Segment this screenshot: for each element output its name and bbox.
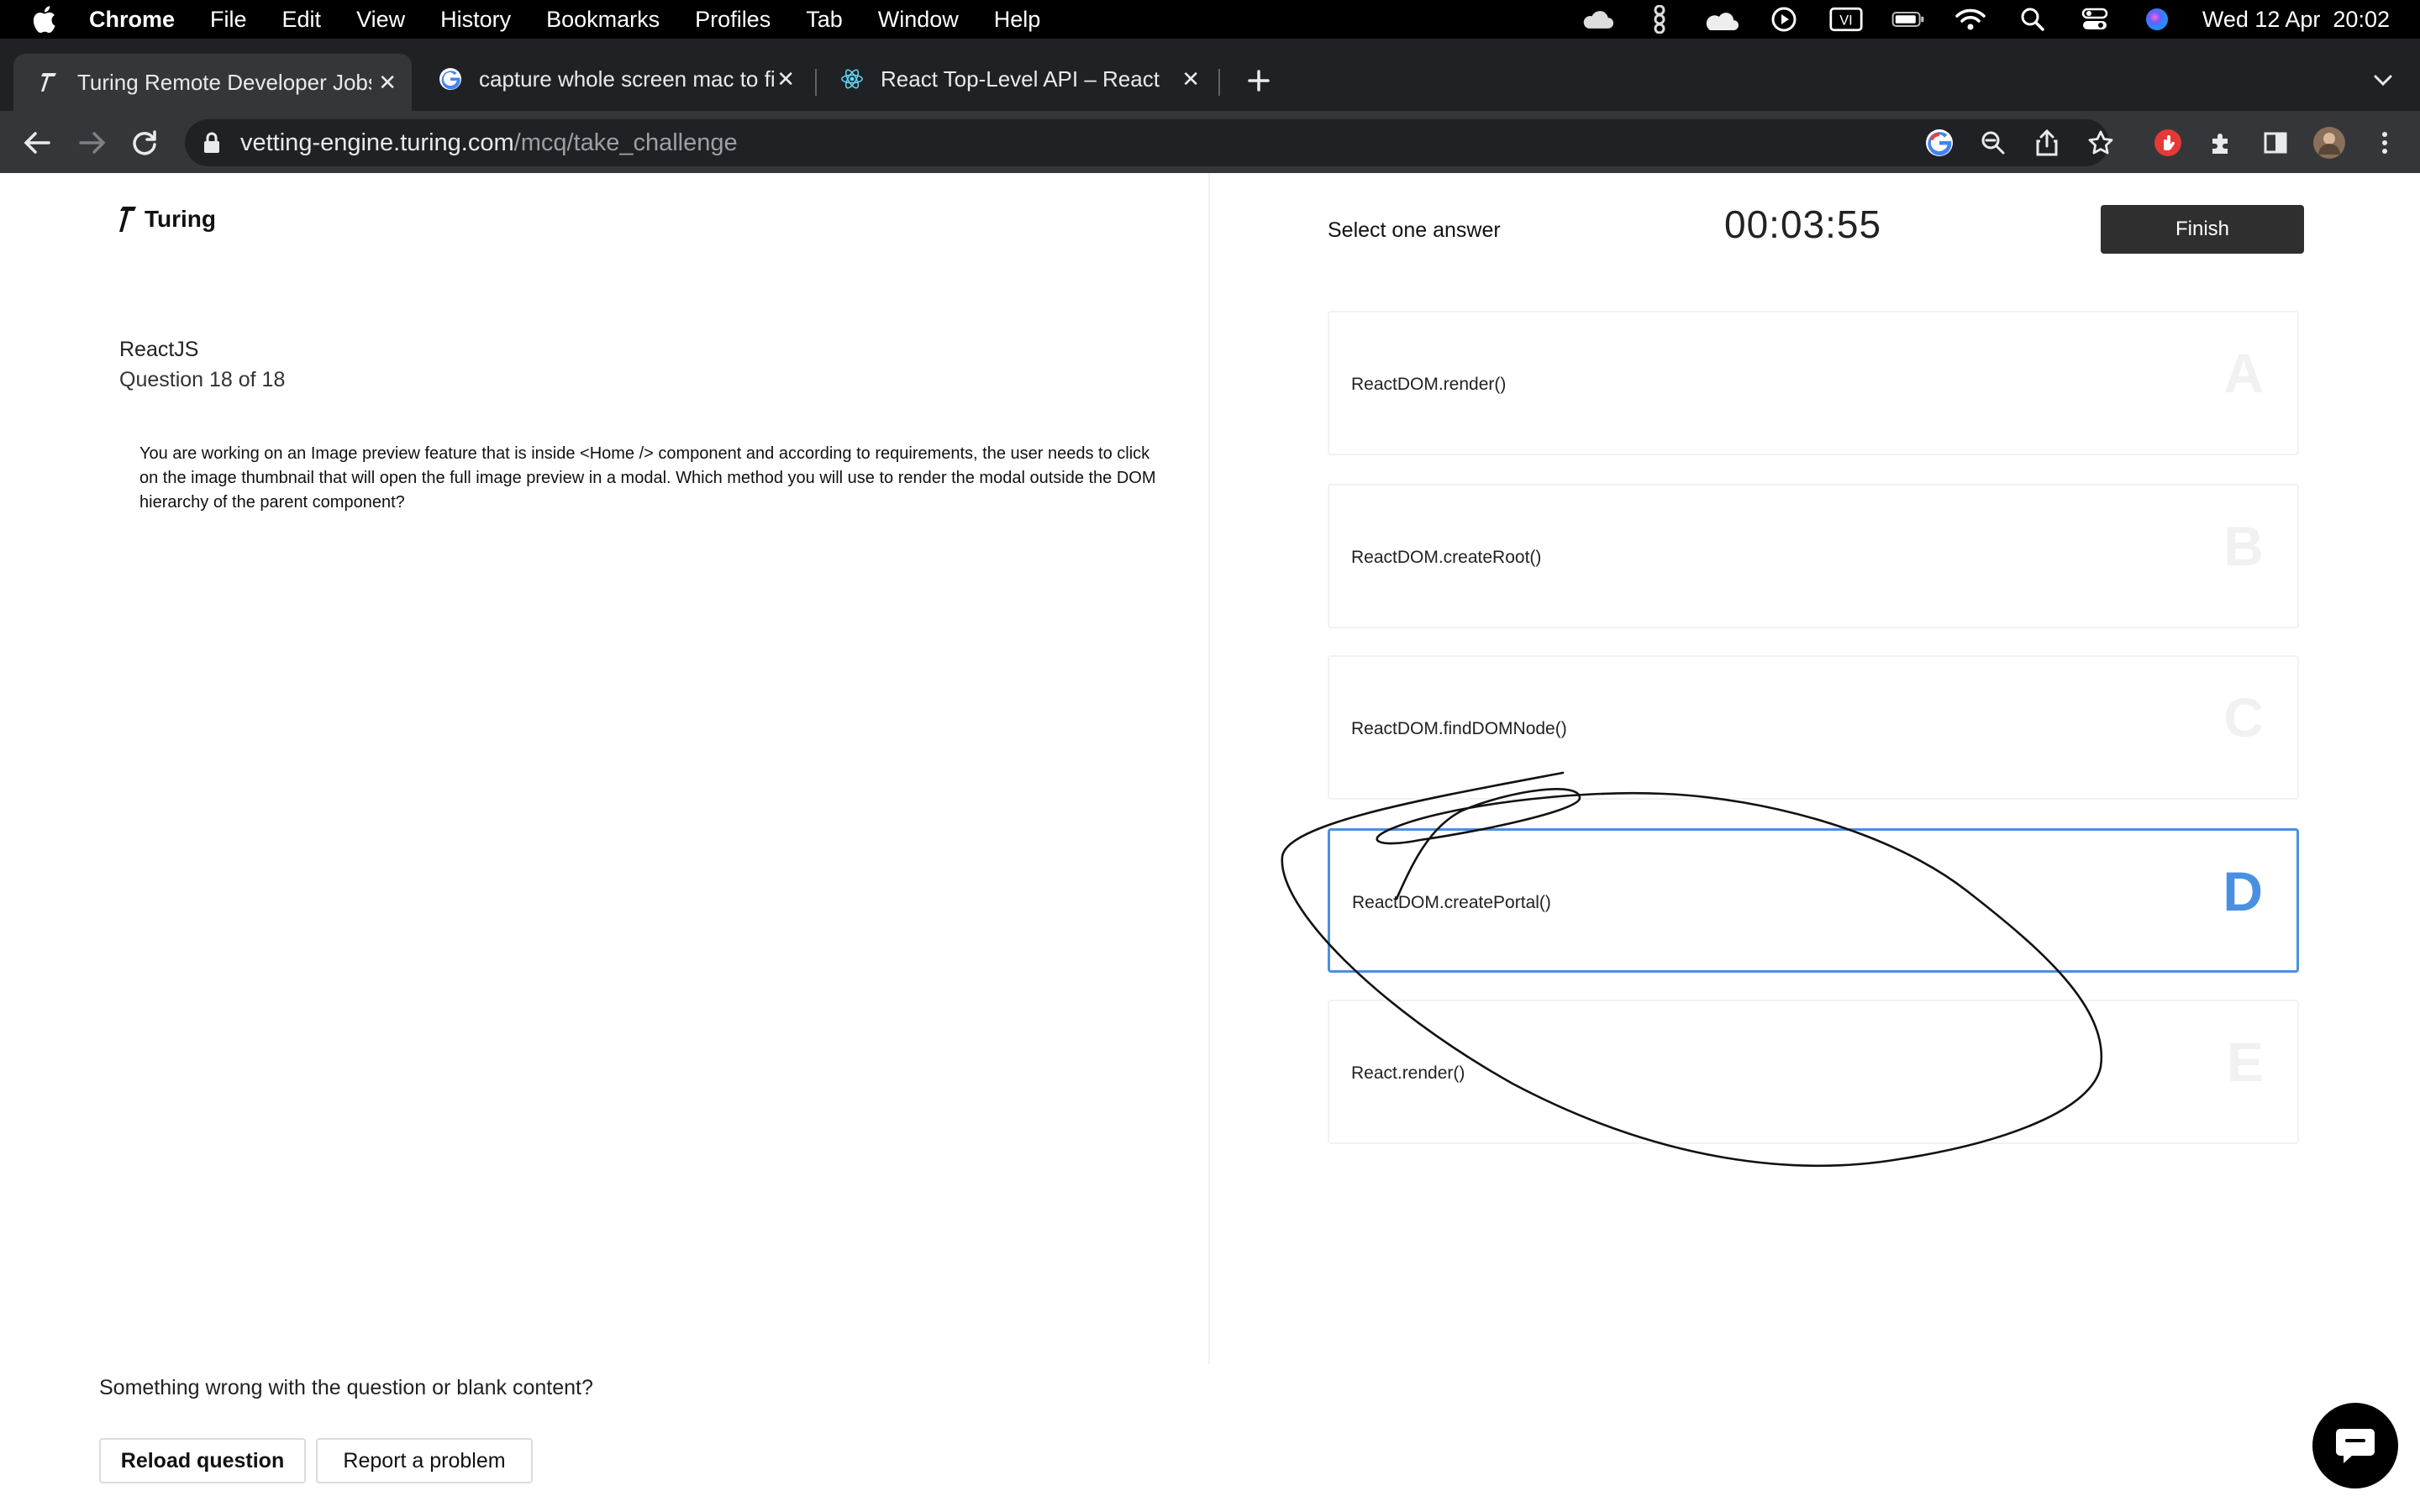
- cloud-icon[interactable]: [1581, 7, 1614, 32]
- column-divider: [1208, 173, 1210, 1364]
- menu-tab[interactable]: Tab: [806, 7, 843, 33]
- tab-search-button[interactable]: [2366, 64, 2400, 97]
- google-lens-icon[interactable]: [1923, 126, 1956, 160]
- report-prompt-text: Something wrong with the question or bla…: [99, 1376, 593, 1399]
- react-icon: [840, 67, 864, 91]
- menu-datetime[interactable]: Wed 12 Apr 20:02: [2202, 7, 2390, 33]
- menu-history[interactable]: History: [440, 7, 511, 33]
- kebab-menu-icon[interactable]: [2368, 126, 2402, 160]
- option-text: ReactDOM.render(): [1351, 375, 1507, 394]
- profile-avatar[interactable]: [2312, 126, 2346, 160]
- menu-profiles[interactable]: Profiles: [695, 7, 771, 33]
- tab-title: Turing Remote Developer Jobs: [77, 69, 371, 95]
- chat-widget-button[interactable]: [2312, 1403, 2398, 1488]
- close-icon[interactable]: ✕: [378, 70, 397, 96]
- page-content: Turing ReactJS Question 18 of 18 You are…: [0, 173, 2420, 1512]
- vi-icon[interactable]: VI: [1829, 7, 1863, 32]
- url-path: /mcq/take_challenge: [513, 129, 738, 156]
- google-icon: [439, 67, 462, 91]
- control-center-icon[interactable]: [2078, 7, 2112, 32]
- cloud-icon[interactable]: [1705, 7, 1739, 32]
- share-icon[interactable]: [2030, 126, 2064, 160]
- answer-option-e[interactable]: React.render() E: [1328, 1000, 2299, 1144]
- play-icon[interactable]: [1767, 7, 1801, 32]
- address-bar[interactable]: vetting-engine.turing.com/mcq/take_chall…: [185, 119, 2109, 166]
- turing-logo[interactable]: Turing: [118, 205, 216, 234]
- tab-separator: [1218, 69, 1220, 96]
- chevron-down-icon: [2374, 75, 2392, 87]
- answer-option-c[interactable]: ReactDOM.findDOMNode() C: [1328, 655, 2299, 800]
- option-letter: B: [2223, 515, 2264, 577]
- back-button[interactable]: [20, 126, 54, 160]
- option-letter: D: [2223, 860, 2263, 922]
- search-icon[interactable]: [2016, 7, 2049, 32]
- menu-edit[interactable]: Edit: [282, 7, 322, 33]
- report-problem-button[interactable]: Report a problem: [316, 1438, 533, 1483]
- zoom-out-icon[interactable]: [1976, 126, 2010, 160]
- menu-file[interactable]: File: [210, 7, 247, 33]
- logo-text: Turing: [145, 206, 217, 232]
- option-text: ReactDOM.findDOMNode(): [1351, 719, 1567, 738]
- menu-view[interactable]: View: [356, 7, 405, 33]
- menu-bookmarks[interactable]: Bookmarks: [546, 7, 660, 33]
- close-icon[interactable]: ✕: [776, 66, 795, 92]
- menu-bar: Chrome File Edit View History Bookmarks …: [0, 0, 2420, 39]
- extensions-puzzle-icon[interactable]: [2205, 126, 2238, 160]
- svg-text:VI: VI: [1839, 13, 1852, 28]
- answer-option-b[interactable]: ReactDOM.createRoot() B: [1328, 484, 2299, 628]
- menu-window[interactable]: Window: [878, 7, 959, 33]
- option-text: React.render(): [1351, 1063, 1465, 1083]
- reload-icon: [133, 130, 156, 155]
- side-panel-icon[interactable]: [2259, 126, 2292, 160]
- turing-icon: [37, 71, 60, 94]
- tab-react-api[interactable]: React Top-Level API – React ✕: [817, 54, 1215, 104]
- reload-question-button[interactable]: Reload question: [99, 1438, 306, 1483]
- lock-icon[interactable]: [203, 131, 222, 155]
- forward-button[interactable]: [76, 126, 109, 160]
- browser-toolbar: vetting-engine.turing.com/mcq/take_chall…: [0, 111, 2420, 173]
- battery-icon[interactable]: [1891, 7, 1925, 32]
- option-text: ReactDOM.createPortal(): [1352, 893, 1551, 912]
- tab-turing[interactable]: Turing Remote Developer Jobs ✕: [13, 54, 412, 111]
- option-letter: E: [2226, 1031, 2264, 1093]
- figure-icon[interactable]: [1643, 5, 1676, 34]
- tab-title: React Top-Level API – React: [881, 66, 1160, 92]
- url-host: vetting-engine.turing.com: [240, 129, 514, 156]
- finish-button[interactable]: Finish: [2101, 205, 2304, 254]
- select-one-answer-label: Select one answer: [1328, 218, 1501, 242]
- tab-strip: Turing Remote Developer Jobs ✕ capture w…: [0, 39, 2420, 111]
- arrow-left-icon: [24, 132, 50, 154]
- question-subject: ReactJS: [119, 338, 199, 361]
- chat-bubble-icon: [2336, 1429, 2375, 1463]
- countdown-timer: 00:03:55: [1724, 202, 1882, 246]
- question-text: You are working on an Image preview feat…: [139, 444, 1156, 512]
- wifi-icon[interactable]: [1954, 7, 1987, 32]
- menu-help[interactable]: Help: [994, 7, 1041, 33]
- turing-logo-icon: [119, 207, 136, 232]
- question-number: Question 18 of 18: [119, 368, 286, 391]
- tab-google-search[interactable]: capture whole screen mac to fi ✕: [415, 54, 810, 104]
- menu-app-chrome[interactable]: Chrome: [89, 7, 175, 33]
- new-tab-button[interactable]: [1242, 64, 1276, 97]
- tab-title: capture whole screen mac to fi: [479, 66, 776, 92]
- bookmark-star-icon[interactable]: [2084, 126, 2118, 160]
- extension-red-icon[interactable]: [2151, 126, 2185, 160]
- option-letter: A: [2223, 342, 2264, 404]
- reload-button[interactable]: [128, 126, 161, 160]
- siri-icon[interactable]: [2140, 7, 2174, 32]
- arrow-right-icon: [79, 132, 106, 154]
- close-icon[interactable]: ✕: [1181, 66, 1200, 92]
- answer-option-a[interactable]: ReactDOM.render() A: [1328, 311, 2299, 455]
- answer-option-d[interactable]: ReactDOM.createPortal() D: [1328, 828, 2299, 973]
- option-letter: C: [2223, 686, 2264, 748]
- plus-icon: [1248, 70, 1270, 92]
- apple-icon[interactable]: [30, 4, 57, 34]
- option-text: ReactDOM.createRoot(): [1351, 548, 1542, 567]
